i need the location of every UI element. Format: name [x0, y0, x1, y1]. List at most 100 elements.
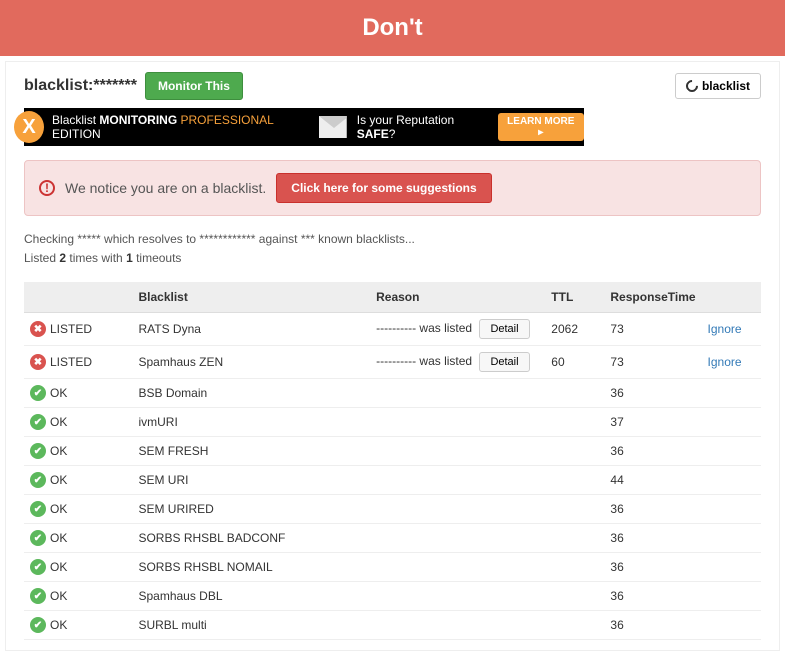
cell-status: ✔ OK: [24, 524, 132, 553]
cell-reason: [370, 582, 545, 611]
envelope-icon: [319, 116, 347, 138]
cell-responsetime: 36: [604, 495, 701, 524]
cell-responsetime: 36: [604, 437, 701, 466]
table-row: ✔ OKSEM URI 44: [24, 466, 761, 495]
blacklist-table: Blacklist Reason TTL ResponseTime ✖ LIST…: [24, 282, 761, 640]
status-label: OK: [50, 502, 67, 516]
cell-status: ✖ LISTED: [24, 346, 132, 379]
cell-blacklist: ivmURI: [132, 408, 370, 437]
cell-blacklist: BSB Domain: [132, 379, 370, 408]
cell-ttl: 2062: [545, 313, 604, 346]
cell-status: ✔ OK: [24, 466, 132, 495]
summary-line-2: Listed 2 times with 1 timeouts: [24, 249, 761, 268]
table-row: ✔ OKivmURI 37: [24, 408, 761, 437]
page-title: blacklist:*******: [24, 77, 137, 95]
cell-action: [702, 408, 761, 437]
listed-icon: ✖: [30, 354, 46, 370]
status-label: OK: [50, 415, 67, 429]
ok-icon: ✔: [30, 414, 46, 430]
cell-blacklist: SEM URI: [132, 466, 370, 495]
ignore-link[interactable]: Ignore: [708, 355, 742, 369]
cell-action: [702, 466, 761, 495]
monitor-this-button[interactable]: Monitor This: [145, 72, 243, 100]
promo-rep-pre: Is your Reputation: [357, 113, 454, 127]
refresh-icon: [683, 78, 700, 95]
suggestions-button[interactable]: Click here for some suggestions: [276, 173, 491, 203]
cell-action: [702, 611, 761, 640]
th-reason: Reason: [370, 282, 545, 313]
table-row: ✔ OKSpamhaus DBL 36: [24, 582, 761, 611]
listed-icon: ✖: [30, 321, 46, 337]
refresh-blacklist-button[interactable]: blacklist: [675, 73, 761, 99]
cell-responsetime: 36: [604, 524, 701, 553]
th-status: [24, 282, 132, 313]
status-label: LISTED: [50, 322, 92, 336]
cell-responsetime: 73: [604, 346, 701, 379]
alert-icon: !: [39, 180, 55, 196]
ok-icon: ✔: [30, 530, 46, 546]
refresh-label: blacklist: [702, 79, 750, 93]
cell-reason: ---------- was listed Detail: [370, 313, 545, 346]
table-row: ✔ OK SURBL multi 36: [24, 611, 761, 640]
cell-responsetime: 36: [604, 611, 701, 640]
table-row: ✔ OKBSB Domain 36: [24, 379, 761, 408]
promo-edition: EDITION: [52, 127, 101, 141]
ok-icon: ✔: [30, 617, 46, 633]
promo-safe: SAFE: [357, 127, 389, 141]
promo-text-1: Blacklist MONITORING PROFESSIONAL EDITIO…: [52, 113, 309, 141]
cell-responsetime: 36: [604, 582, 701, 611]
ok-icon: ✔: [30, 385, 46, 401]
cell-blacklist: SURBL multi: [132, 611, 370, 640]
status-label: OK: [50, 589, 67, 603]
promo-professional: PROFESSIONAL: [177, 113, 273, 127]
promo-x-icon: X: [14, 111, 44, 143]
learn-more-button[interactable]: LEARN MORE ▸: [498, 113, 584, 141]
th-responsetime: ResponseTime: [604, 282, 701, 313]
cell-reason: [370, 553, 545, 582]
cell-action: Ignore: [702, 313, 761, 346]
cell-responsetime: 36: [604, 379, 701, 408]
cell-status: ✔ OK: [24, 408, 132, 437]
cell-status: ✔ OK: [24, 582, 132, 611]
th-action: [702, 282, 761, 313]
cell-status: ✖ LISTED: [24, 313, 132, 346]
table-row: ✔ OKSORBS RHSBL NOMAIL 36: [24, 553, 761, 582]
table-header-row: Blacklist Reason TTL ResponseTime: [24, 282, 761, 313]
status-label: LISTED: [50, 355, 92, 369]
ok-icon: ✔: [30, 588, 46, 604]
cell-blacklist: SEM FRESH: [132, 437, 370, 466]
ok-icon: ✔: [30, 472, 46, 488]
ok-icon: ✔: [30, 501, 46, 517]
cell-reason: [370, 437, 545, 466]
cell-blacklist: SORBS RHSBL BADCONF: [132, 524, 370, 553]
ignore-link[interactable]: Ignore: [708, 322, 742, 336]
table-row: ✔ OKSORBS RHSBL BADCONF 36: [24, 524, 761, 553]
summary-text: Checking ***** which resolves to *******…: [24, 230, 761, 268]
promo-text-2: Is your Reputation SAFE?: [357, 113, 488, 141]
detail-button[interactable]: Detail: [479, 352, 529, 372]
detail-button[interactable]: Detail: [479, 319, 529, 339]
cell-reason: ---------- was listed Detail: [370, 346, 545, 379]
status-label: OK: [50, 618, 67, 632]
cell-action: [702, 582, 761, 611]
cell-status: ✔ OK: [24, 437, 132, 466]
table-row: ✔ OKSEM FRESH 36: [24, 437, 761, 466]
header-row: blacklist:******* Monitor This blacklist: [24, 72, 761, 100]
cell-ttl: [545, 553, 604, 582]
status-label: OK: [50, 560, 67, 574]
th-ttl: TTL: [545, 282, 604, 313]
status-label: OK: [50, 444, 67, 458]
cell-action: [702, 437, 761, 466]
cell-reason: [370, 524, 545, 553]
promo-monitoring: MONITORING: [99, 113, 177, 127]
cell-reason: [370, 379, 545, 408]
cell-reason: [370, 466, 545, 495]
cell-ttl: [545, 524, 604, 553]
cell-status: ✔ OK: [24, 379, 132, 408]
summary-line-1: Checking ***** which resolves to *******…: [24, 230, 761, 249]
cell-ttl: [545, 408, 604, 437]
cell-responsetime: 36: [604, 553, 701, 582]
cell-status: ✔ OK: [24, 553, 132, 582]
cell-ttl: [545, 582, 604, 611]
cell-action: [702, 379, 761, 408]
